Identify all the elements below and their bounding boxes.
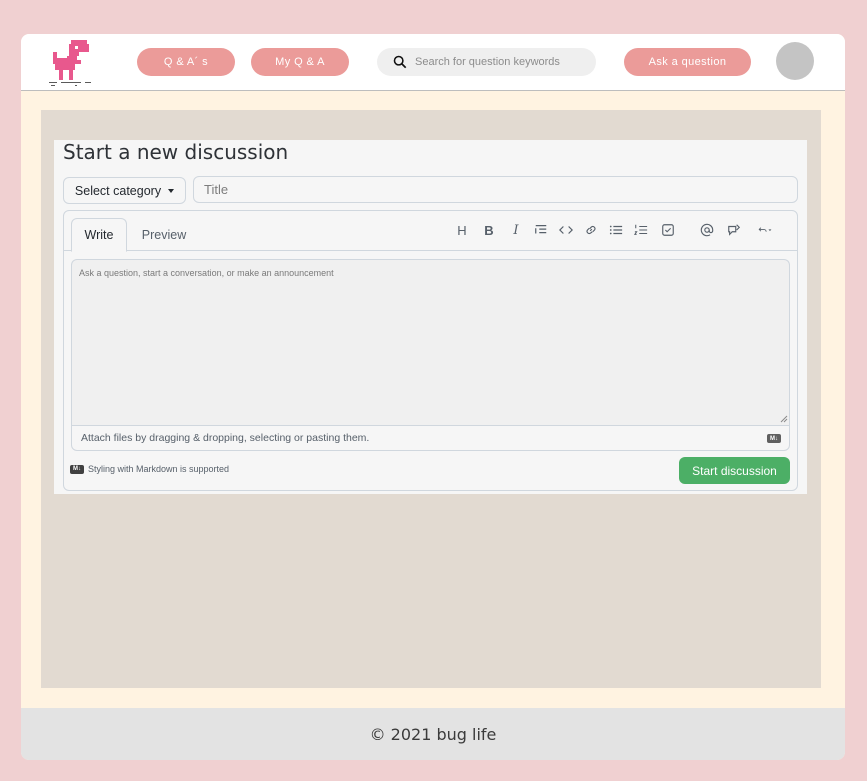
mention-icon[interactable] bbox=[698, 221, 716, 239]
main-content: Start a new discussion Select category W… bbox=[41, 110, 821, 688]
app-frame: Q & A´ s My Q & A Ask a question Start a… bbox=[21, 34, 845, 760]
qa-nav-button[interactable]: Q & A´ s bbox=[137, 48, 235, 76]
new-discussion-form: Start a new discussion Select category W… bbox=[54, 140, 807, 494]
dino-logo-icon[interactable] bbox=[45, 36, 97, 88]
attach-files-label: Attach files by dragging & dropping, sel… bbox=[81, 432, 370, 444]
numbered-list-icon[interactable] bbox=[632, 221, 650, 239]
tab-preview[interactable]: Preview bbox=[134, 218, 194, 252]
search-input[interactable] bbox=[415, 56, 585, 68]
editor-tabs: Write Preview H B I bbox=[64, 211, 797, 252]
markdown-icon: M↓ bbox=[70, 464, 84, 474]
search-icon bbox=[393, 55, 407, 69]
my-qa-nav-button[interactable]: My Q & A bbox=[251, 48, 349, 76]
discussion-body-input[interactable] bbox=[71, 259, 790, 425]
footer: © 2021 bug life bbox=[21, 708, 845, 760]
quote-icon[interactable] bbox=[532, 221, 550, 239]
ask-question-button[interactable]: Ask a question bbox=[624, 48, 751, 76]
page-title: Start a new discussion bbox=[63, 140, 289, 164]
code-icon[interactable] bbox=[557, 221, 575, 239]
markdown-editor: Write Preview H B I Ask a question, star… bbox=[63, 210, 798, 491]
markdown-icon: M↓ bbox=[767, 434, 781, 443]
bulleted-list-icon[interactable] bbox=[607, 221, 625, 239]
tab-write[interactable]: Write bbox=[71, 218, 127, 252]
reference-icon[interactable] bbox=[725, 221, 743, 239]
copyright-text: © 2021 bug life bbox=[369, 724, 497, 744]
task-list-icon[interactable] bbox=[659, 221, 677, 239]
title-input[interactable] bbox=[193, 176, 798, 203]
markdown-note-label: Styling with Markdown is supported bbox=[88, 464, 230, 474]
category-select[interactable]: Select category bbox=[63, 177, 186, 204]
user-avatar[interactable] bbox=[776, 42, 814, 80]
heading-icon[interactable]: H bbox=[453, 221, 471, 239]
undo-icon[interactable] bbox=[752, 221, 778, 239]
link-icon[interactable] bbox=[582, 221, 600, 239]
start-discussion-button[interactable]: Start discussion bbox=[679, 457, 790, 484]
resize-handle-icon[interactable] bbox=[780, 415, 788, 423]
attach-files-bar[interactable]: Attach files by dragging & dropping, sel… bbox=[71, 425, 790, 451]
markdown-note[interactable]: M↓ Styling with Markdown is supported bbox=[70, 464, 229, 474]
caret-down-icon bbox=[168, 188, 175, 193]
search-bar bbox=[377, 48, 596, 76]
category-select-label: Select category bbox=[74, 183, 162, 198]
bold-icon[interactable]: B bbox=[480, 221, 498, 239]
italic-icon[interactable]: I bbox=[507, 221, 525, 239]
top-nav: Q & A´ s My Q & A Ask a question bbox=[21, 34, 845, 91]
